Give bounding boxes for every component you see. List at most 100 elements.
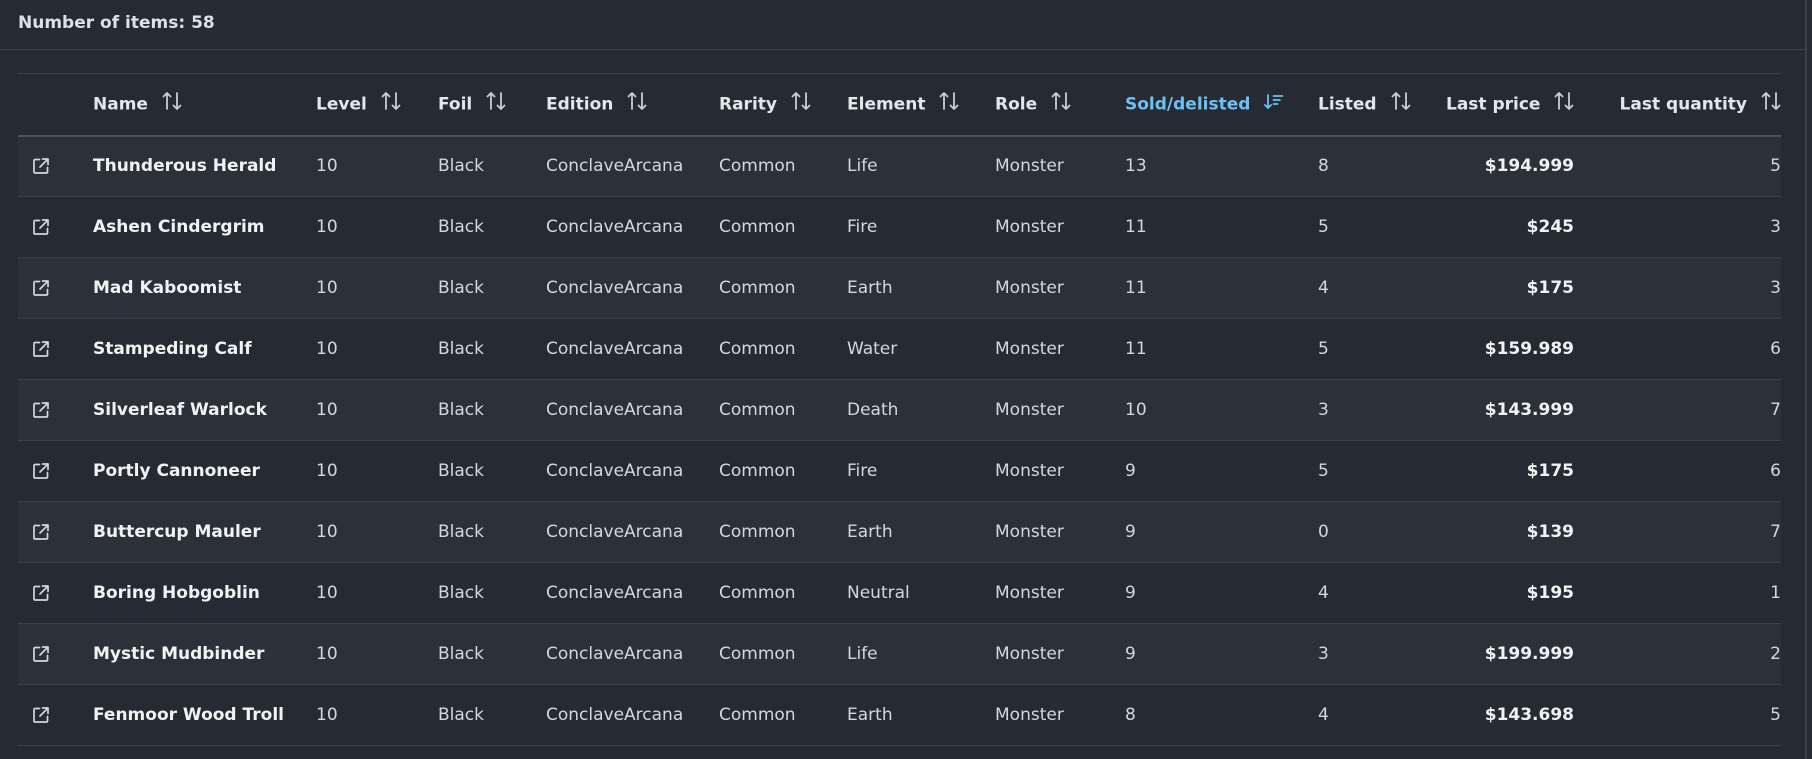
cell-last-price: $194.999 <box>1484 156 1574 177</box>
cell-foil: Black <box>438 461 484 481</box>
column-header-last-price[interactable]: Last price <box>1446 74 1574 136</box>
column-header-foil[interactable]: Foil <box>438 74 546 136</box>
external-link-icon[interactable] <box>32 401 50 424</box>
cell-role: Monster <box>995 217 1064 237</box>
external-link-icon[interactable] <box>32 645 50 668</box>
cell-edition: ConclaveArcana <box>546 705 684 725</box>
sort-arrows-icon[interactable] <box>1554 90 1574 117</box>
cell-sold: 11 <box>1125 217 1147 237</box>
cell-level: 10 <box>316 644 338 664</box>
column-header-last-quantity[interactable]: Last quantity <box>1574 74 1781 136</box>
cell-rarity: Common <box>719 278 796 298</box>
table-body: Thunderous Herald 10 Black ConclaveArcana Co… <box>18 135 1781 746</box>
column-header-listed[interactable]: Listed <box>1318 74 1446 136</box>
cell-last-quantity: 1 <box>1770 583 1781 603</box>
cell-element: Life <box>847 644 878 664</box>
cell-link <box>18 319 93 380</box>
external-link-icon[interactable] <box>32 279 50 302</box>
column-header-edition[interactable]: Edition <box>546 74 719 136</box>
external-link-icon[interactable] <box>32 340 50 363</box>
cell-last-price: $159.989 <box>1484 339 1574 359</box>
link-column-header <box>18 74 93 136</box>
column-header-label: Role <box>995 94 1038 115</box>
cell-rarity: Common <box>719 217 796 237</box>
cell-sold: 9 <box>1125 644 1136 664</box>
cell-last-price: $143.999 <box>1484 400 1574 420</box>
cell-rarity: Common <box>719 339 796 359</box>
cell-edition: ConclaveArcana <box>546 522 684 542</box>
cell-level: 10 <box>316 339 338 359</box>
sort-arrows-icon[interactable] <box>791 90 811 117</box>
cell-last-quantity: 5 <box>1770 156 1781 177</box>
column-header-label: Last price <box>1446 94 1541 115</box>
cell-edition: ConclaveArcana <box>546 644 684 664</box>
cell-foil: Black <box>438 278 484 298</box>
sort-arrows-icon[interactable] <box>486 90 506 117</box>
cell-sold: 9 <box>1125 522 1136 542</box>
cell-edition: ConclaveArcana <box>546 400 684 420</box>
cell-listed: 3 <box>1318 644 1329 664</box>
cell-link <box>18 624 93 685</box>
cell-element: Water <box>847 339 898 359</box>
cell-name: Portly Cannoneer <box>93 461 260 481</box>
column-header-rarity[interactable]: Rarity <box>719 74 847 136</box>
cell-listed: 0 <box>1318 522 1329 542</box>
cell-element: Life <box>847 156 878 177</box>
external-link-icon[interactable] <box>32 218 50 241</box>
table-header-row: Name Level Foil Edition Rarity Element R… <box>18 73 1781 136</box>
column-header-level[interactable]: Level <box>316 74 438 136</box>
column-header-element[interactable]: Element <box>847 74 995 136</box>
cell-listed: 8 <box>1318 156 1329 177</box>
cell-name: Silverleaf Warlock <box>93 400 267 420</box>
external-link-icon[interactable] <box>32 706 50 729</box>
table-row: Ashen Cindergrim 10 Black ConclaveArcana Com… <box>18 196 1781 258</box>
cell-role: Monster <box>995 400 1064 420</box>
cell-edition: ConclaveArcana <box>546 217 684 237</box>
column-header-label: Rarity <box>719 94 777 115</box>
cell-link <box>18 685 93 746</box>
sort-arrows-icon[interactable] <box>1051 90 1071 117</box>
sort-arrows-icon[interactable] <box>1391 90 1411 117</box>
external-link-icon[interactable] <box>32 157 50 180</box>
cell-edition: ConclaveArcana <box>546 278 684 298</box>
column-header-label: Foil <box>438 94 473 115</box>
sort-arrows-icon[interactable] <box>162 90 182 117</box>
cell-foil: Black <box>438 400 484 420</box>
column-header-role[interactable]: Role <box>995 74 1125 136</box>
cell-level: 10 <box>316 400 338 420</box>
cell-role: Monster <box>995 644 1064 664</box>
cell-listed: 4 <box>1318 705 1329 725</box>
column-header-name[interactable]: Name <box>93 74 316 136</box>
cell-last-quantity: 2 <box>1770 644 1781 664</box>
external-link-icon[interactable] <box>32 523 50 546</box>
cell-role: Monster <box>995 461 1064 481</box>
cell-role: Monster <box>995 522 1064 542</box>
table-row: Portly Cannoneer 10 Black ConclaveArcana Com… <box>18 440 1781 502</box>
cell-sold: 11 <box>1125 278 1147 298</box>
cell-last-price: $199.999 <box>1484 644 1574 664</box>
cell-link <box>18 197 93 258</box>
sort-arrows-icon[interactable] <box>939 90 959 117</box>
cell-sold: 9 <box>1125 583 1136 603</box>
cell-rarity: Common <box>719 583 796 603</box>
cell-element: Earth <box>847 278 893 298</box>
cell-listed: 5 <box>1318 461 1329 481</box>
cell-last-quantity: 3 <box>1770 217 1781 237</box>
cell-element: Death <box>847 400 899 420</box>
cell-edition: ConclaveArcana <box>546 461 684 481</box>
sort-descending-icon[interactable] <box>1264 90 1284 117</box>
cell-name: Stampeding Calf <box>93 339 252 359</box>
cell-foil: Black <box>438 339 484 359</box>
cell-name: Mystic Mudbinder <box>93 644 265 664</box>
cell-role: Monster <box>995 583 1064 603</box>
sort-arrows-icon[interactable] <box>1761 90 1781 117</box>
external-link-icon[interactable] <box>32 584 50 607</box>
sort-arrows-icon[interactable] <box>627 90 647 117</box>
sort-arrows-icon[interactable] <box>381 90 401 117</box>
cell-last-quantity: 7 <box>1770 522 1781 542</box>
external-link-icon[interactable] <box>32 462 50 485</box>
column-header-label: Element <box>847 94 926 115</box>
table-row: Silverleaf Warlock 10 Black ConclaveArcana C… <box>18 379 1781 441</box>
column-header-sold[interactable]: Sold/delisted <box>1125 74 1318 136</box>
table-row: Buttercup Mauler 10 Black ConclaveArcana Com… <box>18 501 1781 563</box>
